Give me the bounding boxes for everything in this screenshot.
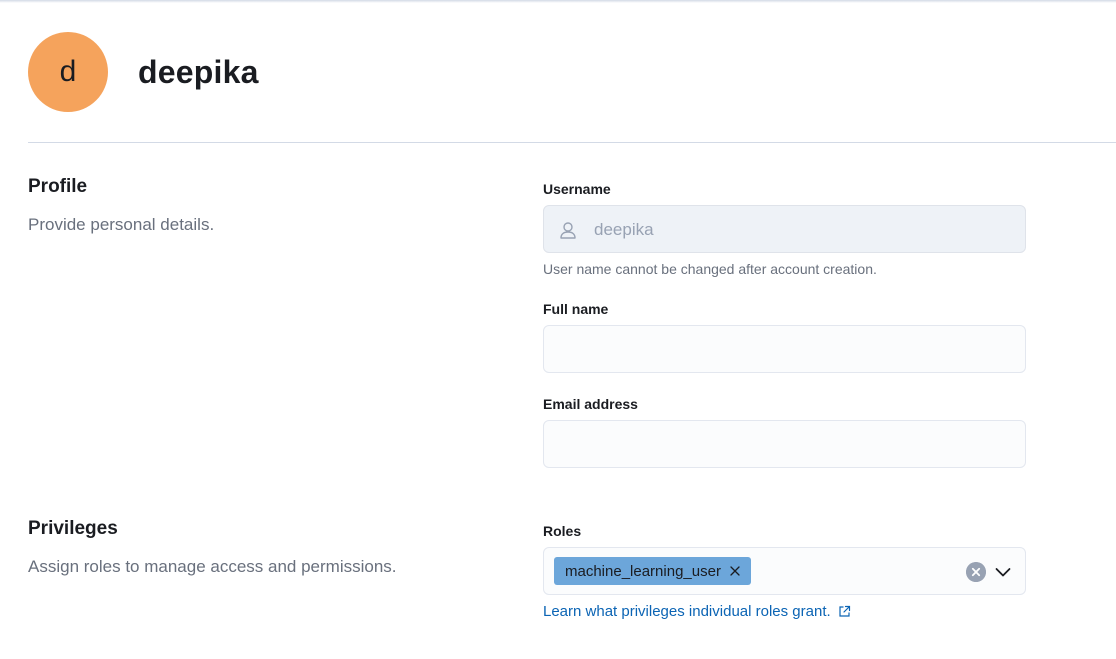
username-label: Username bbox=[543, 181, 611, 197]
header-divider bbox=[28, 142, 1116, 143]
email-field[interactable] bbox=[543, 420, 1026, 468]
username-field: deepika bbox=[543, 205, 1026, 253]
roles-combobox[interactable]: machine_learning_user bbox=[543, 547, 1026, 595]
close-icon[interactable] bbox=[729, 565, 741, 577]
username-value: deepika bbox=[594, 220, 654, 239]
fullname-field[interactable] bbox=[543, 325, 1026, 373]
user-header: d deepika bbox=[28, 32, 259, 112]
username-help-text: User name cannot be changed after accoun… bbox=[543, 261, 877, 277]
fullname-input[interactable] bbox=[544, 326, 1025, 372]
email-input[interactable] bbox=[544, 421, 1025, 467]
role-pill-label: machine_learning_user bbox=[565, 562, 721, 580]
clear-icon[interactable] bbox=[966, 562, 986, 582]
privileges-section-title: Privileges bbox=[28, 518, 118, 539]
user-icon bbox=[560, 222, 576, 239]
roles-help-link-text[interactable]: Learn what privileges individual roles g… bbox=[543, 603, 831, 620]
privileges-section-description: Assign roles to manage access and permis… bbox=[28, 557, 397, 576]
page-title: deepika bbox=[138, 53, 259, 90]
top-shadow bbox=[0, 0, 1116, 3]
roles-help-link[interactable]: Learn what privileges individual roles g… bbox=[543, 603, 851, 620]
roles-label: Roles bbox=[543, 523, 582, 539]
email-label: Email address bbox=[543, 396, 638, 412]
role-pill: machine_learning_user bbox=[554, 557, 751, 585]
fullname-label: Full name bbox=[543, 301, 609, 317]
profile-section-title: Profile bbox=[28, 176, 88, 197]
profile-section-description: Provide personal details. bbox=[28, 215, 215, 234]
external-link-icon bbox=[839, 605, 850, 617]
avatar: d bbox=[28, 32, 108, 112]
avatar-initial: d bbox=[59, 55, 77, 88]
chevron-down-icon[interactable] bbox=[994, 563, 1012, 581]
